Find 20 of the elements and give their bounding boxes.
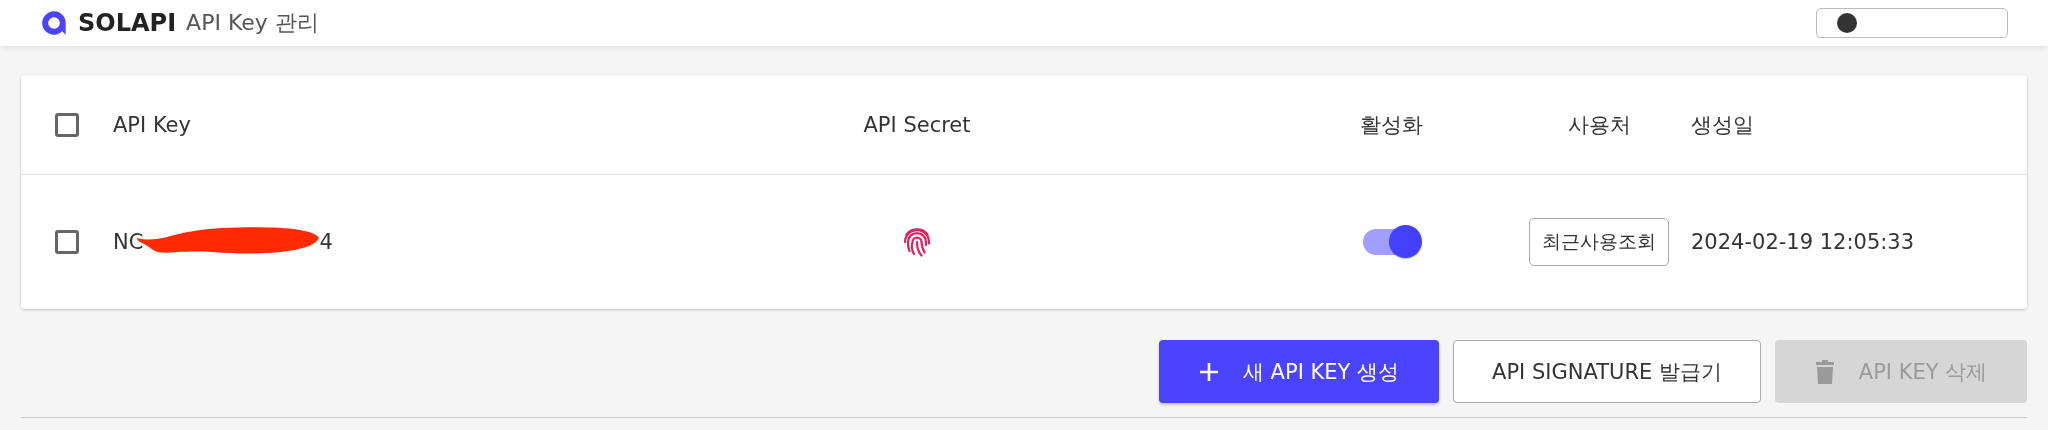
column-header: API Key <box>113 112 191 137</box>
table-cell: 4 <box>319 230 333 254</box>
logo-text: SOLAPI <box>78 9 177 37</box>
create-button[interactable]: 새 API KEY 생성 <box>1159 340 1439 403</box>
trash-icon <box>1814 358 1835 385</box>
account-button[interactable] <box>1816 8 2008 38</box>
column-header: API Secret <box>863 112 971 137</box>
column-header: 활성화 <box>1359 111 1423 139</box>
checkbox[interactable] <box>55 112 79 137</box>
checkbox[interactable] <box>55 230 79 254</box>
recent-usage-button[interactable]: 최근사용조회 <box>1529 218 1669 266</box>
signature-button[interactable]: API SIGNATURE 발급기 <box>1453 340 1761 403</box>
logo-icon <box>40 9 68 37</box>
page-title: API Key 관리 <box>186 9 319 37</box>
column-header: 사용처 <box>1567 111 1631 139</box>
table-cell: 2024-02-19 12:05:33 <box>1691 230 1915 254</box>
plus-icon <box>1198 361 1219 382</box>
user-avatar-icon <box>1837 13 1857 33</box>
column-header: 생성일 <box>1691 111 1754 139</box>
table-cell: NC <box>113 230 144 254</box>
